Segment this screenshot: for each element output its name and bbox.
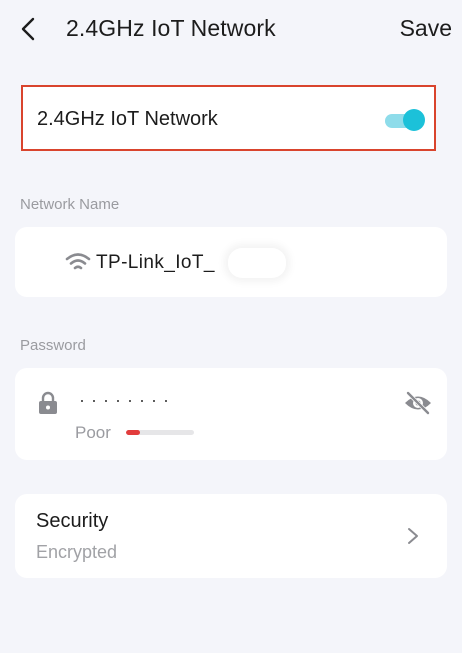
chevron-right-icon: [408, 528, 418, 544]
network-toggle-switch[interactable]: [385, 109, 425, 131]
network-name-value: TP-Link_IoT_: [96, 252, 215, 273]
eye-off-icon[interactable]: [403, 390, 433, 416]
security-value: Encrypted: [36, 542, 118, 562]
security-row[interactable]: Security Encrypted: [15, 494, 447, 578]
security-title: Security: [36, 510, 109, 532]
password-field[interactable]: ········ Poor: [15, 368, 447, 460]
network-toggle-row: 2.4GHz IoT Network: [21, 85, 436, 151]
top-bar: 2.4GHz IoT Network Save: [0, 0, 462, 58]
page-title: 2.4GHz IoT Network: [66, 15, 276, 41]
password-value: ········: [79, 390, 175, 410]
password-strength-label: Poor: [75, 423, 111, 442]
chevron-left-icon: [21, 17, 35, 41]
network-name-section-label: Network Name: [20, 196, 120, 213]
password-strength-bar: [126, 430, 194, 435]
toggle-knob: [403, 109, 425, 131]
password-section-label: Password: [20, 337, 86, 354]
network-toggle-label: 2.4GHz IoT Network: [37, 108, 218, 130]
save-button[interactable]: Save: [400, 15, 452, 42]
lock-icon: [39, 391, 57, 414]
redacted-region: [228, 248, 286, 278]
password-strength-fill: [126, 430, 140, 435]
network-name-field[interactable]: TP-Link_IoT_: [15, 227, 447, 297]
wifi-icon: [65, 253, 91, 270]
back-button[interactable]: [14, 12, 42, 46]
